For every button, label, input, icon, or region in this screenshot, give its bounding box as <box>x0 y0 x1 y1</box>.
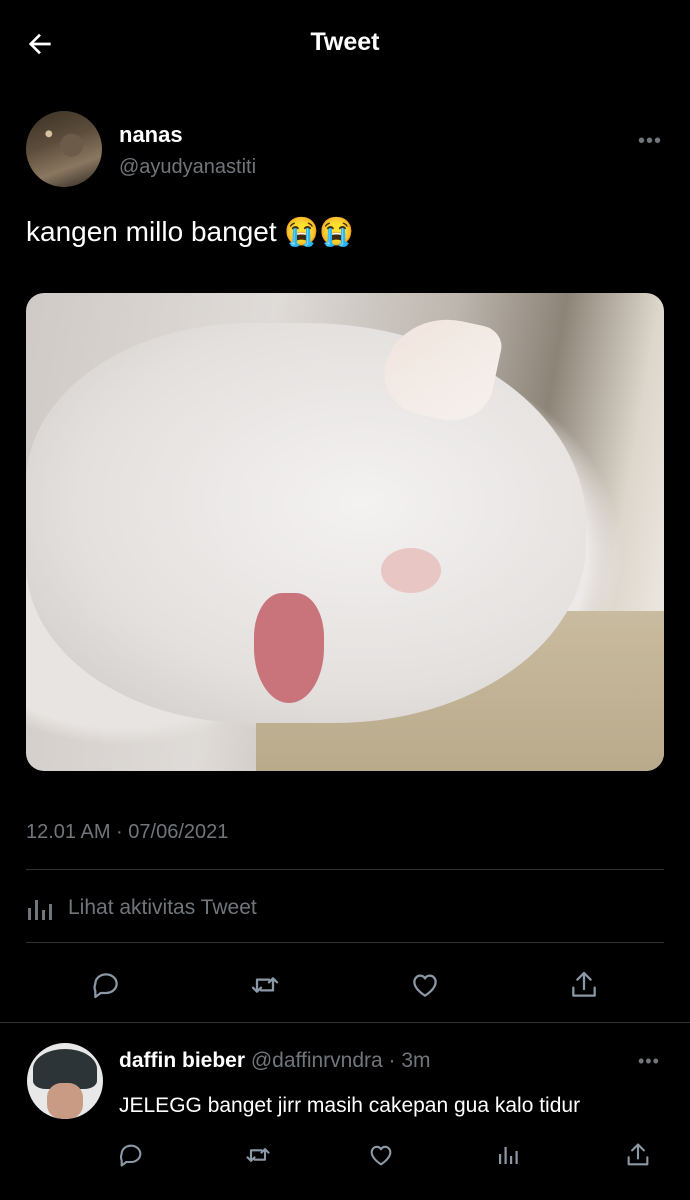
share-button[interactable] <box>564 960 604 1010</box>
avatar[interactable] <box>26 111 102 187</box>
share-button[interactable] <box>620 1135 656 1175</box>
reply-button[interactable] <box>86 960 126 1010</box>
retweet-icon <box>246 1148 270 1162</box>
tweet-text: kangen millo banget 😭😭 <box>26 216 355 247</box>
like-button[interactable] <box>405 960 445 1010</box>
analytics-icon <box>499 1147 518 1164</box>
tweet-activity-link[interactable]: Lihat aktivitas Tweet <box>26 892 257 924</box>
reply-author-name[interactable]: daffin bieber <box>119 1049 245 1072</box>
analytics-icon <box>28 900 52 920</box>
reply-author-handle[interactable]: @daffinrvndra <box>251 1049 383 1072</box>
tweet-actions <box>0 960 690 1010</box>
reply-tweet[interactable]: daffin bieber @daffinrvndra · 3m ••• JEL… <box>0 1025 690 1200</box>
reply-meta: daffin bieber @daffinrvndra · 3m <box>119 1049 431 1073</box>
divider <box>26 942 664 943</box>
like-button[interactable] <box>363 1135 399 1175</box>
tweet-timestamp[interactable]: 12.01 AM · 07/06/2021 <box>26 821 228 844</box>
retweet-icon <box>251 977 279 993</box>
share-icon <box>572 971 596 997</box>
author-name[interactable]: nanas <box>119 122 183 148</box>
reply-icon <box>93 973 118 999</box>
more-options-button[interactable]: ••• <box>638 1051 660 1072</box>
page-title: Tweet <box>310 28 380 56</box>
divider <box>26 869 664 870</box>
tweet-author: nanas @ayudyanastiti ••• <box>26 111 666 191</box>
photo-cat-nose <box>381 548 441 593</box>
reply-icon <box>119 1144 142 1167</box>
avatar[interactable] <box>27 1043 103 1119</box>
photo-cat-tongue <box>254 593 324 703</box>
retweet-button[interactable] <box>245 960 285 1010</box>
retweet-button[interactable] <box>240 1135 276 1175</box>
more-options-button[interactable]: ••• <box>638 130 662 153</box>
top-bar: Tweet <box>0 0 690 88</box>
reply-text: JELEGG banget jirr masih cakepan gua kal… <box>119 1094 581 1117</box>
activity-label: Lihat aktivitas Tweet <box>68 896 257 919</box>
reply-actions <box>0 1135 690 1175</box>
author-handle[interactable]: @ayudyanastiti <box>119 156 256 179</box>
like-icon <box>370 1145 392 1166</box>
reply-time: · 3m <box>382 1049 431 1072</box>
reply-button[interactable] <box>113 1135 149 1175</box>
like-icon <box>413 974 437 997</box>
divider <box>0 1022 690 1023</box>
analytics-button[interactable] <box>490 1135 526 1175</box>
share-icon <box>627 1143 649 1166</box>
tweet-photo[interactable] <box>26 293 664 771</box>
